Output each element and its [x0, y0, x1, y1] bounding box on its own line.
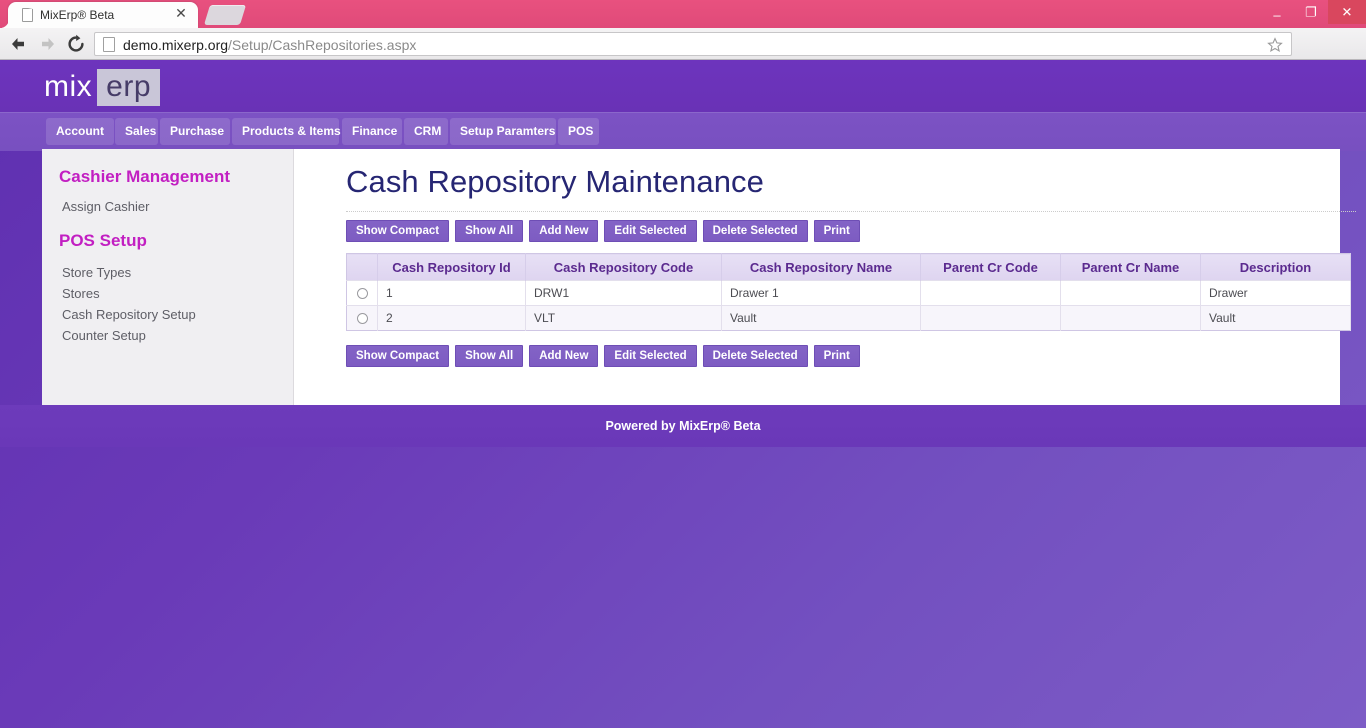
url-host: demo.mixerp.org	[123, 37, 229, 53]
show-all-button[interactable]: Show All	[455, 345, 524, 367]
table-cell: Vault	[721, 305, 921, 331]
cash-repository-table: Cash Repository Id Cash Repository Code Ca…	[346, 253, 1351, 331]
window-maximize-glyph: ❐	[1305, 4, 1317, 20]
table-cell: 2	[377, 305, 526, 331]
url-text: demo.mixerp.org/Setup/CashRepositories.a…	[123, 36, 1257, 54]
nav-item-sales[interactable]: Sales	[115, 118, 158, 145]
table-body: 1 DRW1 Drawer 1 Drawer 2 VLT Vault Vault	[346, 280, 1351, 331]
delete-selected-button[interactable]: Delete Selected	[702, 220, 808, 242]
table-cell: Drawer 1	[721, 280, 921, 306]
toolbar-buttons-bottom: Show Compact Show All Add New Edit Selected…	[346, 345, 866, 367]
nav-item-crm[interactable]: CRM	[404, 118, 448, 145]
app-header: mix erp	[0, 60, 1366, 112]
show-compact-button[interactable]: Show Compact	[346, 345, 450, 367]
sidebar-item-store-types[interactable]: Store Types	[62, 265, 131, 280]
sidebar-item-counter-setup[interactable]: Counter Setup	[62, 328, 146, 343]
column-header-cash-repository-code: Cash Repository Code	[525, 253, 722, 281]
sidebar-item-stores[interactable]: Stores	[62, 286, 100, 301]
table-cell	[920, 305, 1061, 331]
table-header-row: Cash Repository Id Cash Repository Code Ca…	[346, 253, 1351, 281]
table-cell	[1060, 280, 1201, 306]
add-new-button[interactable]: Add New	[529, 345, 599, 367]
address-bar[interactable]: demo.mixerp.org/Setup/CashRepositories.a…	[94, 32, 1292, 56]
column-header-parent-cr-code: Parent Cr Code	[920, 253, 1061, 281]
column-header-parent-cr-name: Parent Cr Name	[1060, 253, 1201, 281]
row-select-cell[interactable]	[346, 305, 378, 331]
row-radio-icon[interactable]	[356, 313, 368, 325]
edit-selected-button[interactable]: Edit Selected	[604, 220, 697, 242]
page-card: Cashier Management Assign Cashier POS Setu…	[42, 149, 1356, 405]
page-footer: Powered by MixErp® Beta	[0, 405, 1366, 447]
row-select-cell[interactable]	[346, 280, 378, 306]
url-path: /Setup/CashRepositories.aspx	[228, 37, 417, 53]
column-header-description: Description	[1200, 253, 1351, 281]
sidebar-heading-cashier-management: Cashier Management	[59, 167, 230, 186]
browser-chrome: MixErp® Beta ✕ – ❐ ✕ demo.mixerp.org/Set…	[0, 0, 1366, 81]
print-button[interactable]: Print	[813, 345, 860, 367]
table-header: Cash Repository Id Cash Repository Code Ca…	[346, 253, 1351, 281]
column-header-cash-repository-id: Cash Repository Id	[377, 253, 526, 281]
nav-item-finance[interactable]: Finance	[342, 118, 402, 145]
new-tab-button[interactable]	[203, 5, 247, 25]
nav-item-pos[interactable]: POS	[558, 118, 599, 145]
logo-text-erp: erp	[97, 69, 161, 106]
tab-strip: MixErp® Beta ✕ – ❐ ✕	[0, 0, 1366, 28]
column-header-select	[346, 253, 378, 281]
main-navigation-bar: Account Sales Purchase Products & Items Fina…	[0, 112, 1366, 151]
title-divider	[346, 211, 1356, 212]
page-title: Cash Repository Maintenance	[346, 164, 764, 199]
print-button[interactable]: Print	[813, 220, 860, 242]
show-compact-button[interactable]: Show Compact	[346, 220, 450, 242]
forward-icon	[38, 34, 58, 54]
nav-item-account[interactable]: Account	[46, 118, 114, 145]
sidebar-item-assign-cashier[interactable]: Assign Cashier	[62, 199, 149, 214]
bookmark-star-icon[interactable]	[1267, 37, 1283, 53]
show-all-button[interactable]: Show All	[455, 220, 524, 242]
tab-favicon-icon	[22, 8, 33, 22]
sidebar-heading-pos-setup: POS Setup	[59, 231, 147, 250]
delete-selected-button[interactable]: Delete Selected	[702, 345, 808, 367]
window-minimize-button[interactable]: –	[1260, 0, 1294, 24]
table-row[interactable]: 1 DRW1 Drawer 1 Drawer	[346, 280, 1351, 306]
window-minimize-glyph: –	[1273, 7, 1281, 23]
table-cell: Drawer	[1200, 280, 1351, 306]
table-cell: DRW1	[525, 280, 722, 306]
column-header-cash-repository-name: Cash Repository Name	[721, 253, 921, 281]
window-close-button[interactable]: ✕	[1328, 0, 1366, 24]
browser-toolbar: demo.mixerp.org/Setup/CashRepositories.a…	[0, 28, 1366, 81]
logo-text-mix: mix	[44, 70, 93, 103]
window-maximize-button[interactable]: ❐	[1294, 0, 1328, 24]
row-radio-icon[interactable]	[356, 288, 368, 300]
window-close-glyph: ✕	[1341, 4, 1353, 20]
main-content-pane: Cash Repository Maintenance Show Compact…	[295, 149, 1356, 405]
tab-title: MixErp® Beta	[40, 8, 115, 22]
table-cell	[920, 280, 1061, 306]
app-logo[interactable]: mix erp	[44, 68, 161, 106]
reload-icon[interactable]	[66, 34, 86, 54]
sidebar: Cashier Management Assign Cashier POS Setu…	[42, 149, 294, 405]
nav-item-products-items[interactable]: Products & Items	[232, 118, 341, 145]
table-cell: 1	[377, 280, 526, 306]
tab-close-icon[interactable]: ✕	[174, 6, 188, 21]
browser-tab-active[interactable]: MixErp® Beta ✕	[8, 2, 198, 28]
table-cell: VLT	[525, 305, 722, 331]
add-new-button[interactable]: Add New	[529, 220, 599, 242]
edit-selected-button[interactable]: Edit Selected	[604, 345, 697, 367]
nav-item-purchase[interactable]: Purchase	[160, 118, 230, 145]
toolbar-buttons-top: Show Compact Show All Add New Edit Selected…	[346, 220, 866, 242]
table-cell: Vault	[1200, 305, 1351, 331]
table-row[interactable]: 2 VLT Vault Vault	[346, 305, 1351, 331]
nav-item-setup-paramters[interactable]: Setup Paramters	[450, 118, 556, 145]
back-icon[interactable]	[8, 34, 28, 54]
page-document-icon	[103, 37, 115, 52]
sidebar-item-cash-repository-setup[interactable]: Cash Repository Setup	[62, 307, 196, 322]
table-cell	[1060, 305, 1201, 331]
